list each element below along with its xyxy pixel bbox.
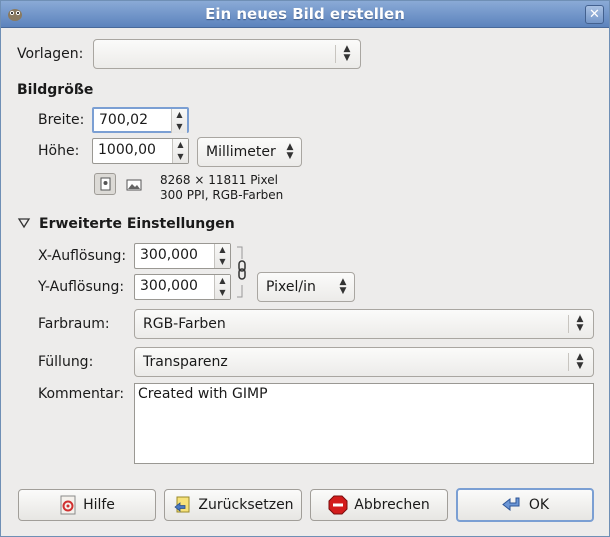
combo-arrows-icon: ▲ ▼	[286, 142, 294, 161]
comment-label: Kommentar:	[38, 386, 125, 402]
x-resolution-value: 300,000	[140, 247, 198, 263]
window-title: Ein neues Bild erstellen	[205, 5, 405, 23]
combo-arrows-icon: ▲ ▼	[339, 277, 347, 296]
ok-label: OK	[528, 497, 550, 513]
x-resolution-spinner[interactable]: 300,000 ▲ ▼	[134, 243, 231, 269]
combo-arrows-icon: ▲ ▼	[343, 44, 351, 63]
titlebar[interactable]: Ein neues Bild erstellen ✕	[1, 1, 609, 28]
advanced-heading[interactable]: Erweiterte Einstellungen	[39, 216, 235, 232]
y-resolution-spinner[interactable]: 300,000 ▲ ▼	[134, 274, 231, 300]
ok-button[interactable]: OK	[456, 488, 594, 522]
fill-combo[interactable]: Transparenz ▲ ▼	[134, 347, 594, 377]
combo-arrows-icon: ▲ ▼	[576, 314, 584, 333]
width-value: 700,02	[99, 112, 148, 128]
cancel-button[interactable]: Abbrechen	[310, 489, 448, 521]
height-spinner[interactable]: 1000,00 ▲ ▼	[92, 138, 189, 164]
close-icon[interactable]: ✕	[585, 5, 604, 24]
landscape-button[interactable]	[123, 173, 145, 195]
y-resolution-label: Y-Auflösung:	[38, 279, 125, 295]
portrait-icon	[100, 177, 111, 191]
colorspace-value: RGB-Farben	[143, 316, 226, 332]
ok-arrow-icon	[502, 497, 520, 512]
help-label: Hilfe	[83, 497, 115, 513]
x-resolution-label: X-Auflösung:	[38, 248, 127, 264]
width-label: Breite:	[38, 112, 85, 128]
fill-value: Transparenz	[143, 354, 228, 370]
combo-arrows-icon: ▲ ▼	[576, 352, 584, 371]
comment-textarea[interactable]: Created with GIMP	[134, 383, 594, 464]
height-label: Höhe:	[38, 143, 80, 159]
pixel-info: 8268 × 11811 Pixel	[160, 173, 278, 187]
y-resolution-stepper[interactable]: ▲ ▼	[214, 275, 230, 299]
fill-label: Füllung:	[38, 354, 94, 370]
unit-value: Millimeter	[206, 144, 276, 160]
colorspace-label: Farbraum:	[38, 316, 110, 332]
templates-label: Vorlagen:	[17, 46, 84, 62]
resolution-unit-combo[interactable]: Pixel/in ▲ ▼	[257, 272, 355, 302]
unit-combo[interactable]: Millimeter ▲ ▼	[197, 137, 302, 167]
cancel-label: Abbrechen	[354, 497, 430, 513]
help-button[interactable]: Hilfe	[18, 489, 156, 521]
templates-combo[interactable]: ▲ ▼	[93, 39, 361, 69]
image-size-heading: Bildgröße	[17, 82, 94, 98]
resolution-info: 300 PPI, RGB-Farben	[160, 188, 284, 202]
colorspace-combo[interactable]: RGB-Farben ▲ ▼	[134, 309, 594, 339]
y-resolution-value: 300,000	[140, 278, 198, 294]
reset-button[interactable]: Zurücksetzen	[164, 489, 302, 521]
height-value: 1000,00	[98, 142, 156, 158]
stop-icon	[328, 495, 348, 515]
portrait-button[interactable]	[94, 173, 116, 195]
height-stepper[interactable]: ▲ ▼	[172, 139, 188, 163]
reset-icon	[174, 496, 190, 513]
dialog-window: Ein neues Bild erstellen ✕ Vorlagen: ▲ ▼ …	[0, 0, 610, 537]
width-stepper[interactable]: ▲ ▼	[171, 109, 187, 133]
comment-value: Created with GIMP	[138, 386, 268, 402]
chain-icon[interactable]	[235, 245, 249, 299]
width-spinner[interactable]: 700,02 ▲ ▼	[92, 107, 189, 133]
landscape-icon	[126, 179, 142, 191]
reset-label: Zurücksetzen	[198, 497, 294, 513]
resolution-unit-value: Pixel/in	[266, 279, 316, 295]
expander-down-icon[interactable]	[17, 216, 31, 230]
help-icon	[60, 495, 76, 515]
x-resolution-stepper[interactable]: ▲ ▼	[214, 244, 230, 268]
